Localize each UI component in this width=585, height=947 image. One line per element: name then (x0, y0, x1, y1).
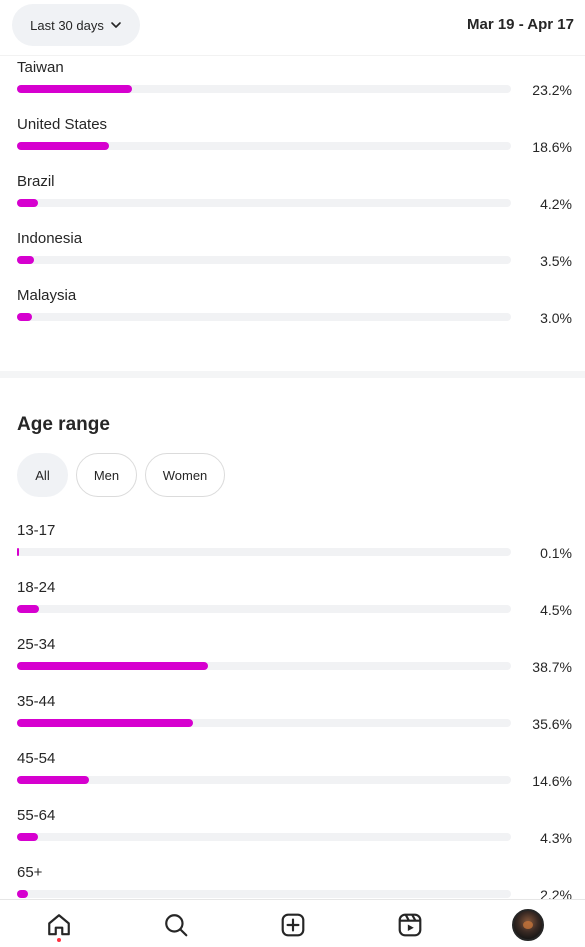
country-label: Indonesia (17, 230, 83, 247)
country-label: Malaysia (17, 287, 77, 304)
filter-chip-women[interactable]: Women (145, 453, 225, 497)
percent-value: 4.2% (540, 196, 572, 212)
section-title: Age range (17, 414, 110, 435)
percent-value: 0.1% (540, 545, 572, 561)
date-range-dropdown-label: Last 30 days (30, 17, 104, 33)
date-range-text: Mar 19 - Apr 17 (467, 16, 574, 33)
percent-value: 14.6% (532, 773, 572, 789)
list-item: 18-24 4.5% (17, 579, 572, 636)
list-item: Taiwan 23.2% (17, 59, 572, 116)
bar-fill (17, 719, 193, 727)
chevron-down-icon (111, 22, 121, 28)
notification-dot (57, 938, 61, 942)
country-label: Taiwan (17, 59, 64, 76)
bar-track (17, 142, 511, 150)
list-item: 55-64 4.3% (17, 807, 572, 864)
bar-fill (17, 142, 109, 150)
date-range-dropdown[interactable]: Last 30 days (12, 4, 140, 46)
bottom-nav (0, 899, 585, 947)
bar-track (17, 605, 511, 613)
bar-fill (17, 776, 90, 784)
list-item: 45-54 14.6% (17, 750, 572, 807)
avatar (512, 909, 544, 941)
bar-track (17, 890, 511, 898)
bar-fill (17, 199, 38, 207)
bar-fill (17, 605, 40, 613)
list-item: 25-34 38.7% (17, 636, 572, 693)
section-divider (0, 371, 585, 378)
bar-track (17, 548, 511, 556)
age-label: 35-44 (17, 693, 56, 710)
home-icon (48, 914, 70, 936)
search-icon (165, 914, 188, 937)
list-item: United States 18.6% (17, 116, 572, 173)
age-label: 65+ (17, 864, 43, 881)
age-label: 25-34 (17, 636, 56, 653)
percent-value: 23.2% (532, 82, 572, 98)
age-label: 45-54 (17, 750, 56, 767)
bar-fill (17, 256, 35, 264)
percent-value: 18.6% (532, 139, 572, 155)
country-label: United States (17, 116, 108, 133)
age-label: 13-17 (17, 522, 56, 539)
percent-value: 35.6% (532, 716, 572, 732)
list-item: 13-17 0.1% (17, 522, 572, 579)
list-item: Indonesia 3.5% (17, 230, 572, 287)
bar-track (17, 719, 511, 727)
bar-track (17, 833, 511, 841)
bar-fill (17, 548, 19, 556)
filter-chip-men[interactable]: Men (76, 453, 137, 497)
bar-fill (17, 85, 132, 93)
list-item: Malaysia 3.0% (17, 287, 572, 344)
bar-track (17, 199, 511, 207)
bar-track (17, 313, 511, 321)
bar-fill (17, 833, 39, 841)
country-label: Brazil (17, 173, 55, 190)
nav-create[interactable] (276, 908, 310, 942)
percent-value: 3.5% (540, 253, 572, 269)
create-icon (281, 913, 305, 937)
nav-profile[interactable] (511, 908, 545, 942)
age-label: 18-24 (17, 579, 56, 596)
list-item: 35-44 35.6% (17, 693, 572, 750)
bar-fill (17, 890, 28, 898)
list-item: Brazil 4.2% (17, 173, 572, 230)
nav-search[interactable] (159, 908, 193, 942)
top-bar: Last 30 days Mar 19 - Apr 17 (0, 0, 585, 56)
percent-value: 3.0% (540, 310, 572, 326)
nav-home[interactable] (42, 908, 76, 942)
percent-value: 4.5% (540, 602, 572, 618)
bar-track (17, 662, 511, 670)
bar-track (17, 85, 511, 93)
percent-value: 4.3% (540, 830, 572, 846)
percent-value: 38.7% (532, 659, 572, 675)
filter-chip-all[interactable]: All (17, 453, 68, 497)
reels-icon (398, 913, 422, 937)
bar-track (17, 776, 511, 784)
age-label: 55-64 (17, 807, 56, 824)
bar-fill (17, 662, 209, 670)
nav-reels[interactable] (393, 908, 427, 942)
bar-fill (17, 313, 32, 321)
bar-track (17, 256, 511, 264)
